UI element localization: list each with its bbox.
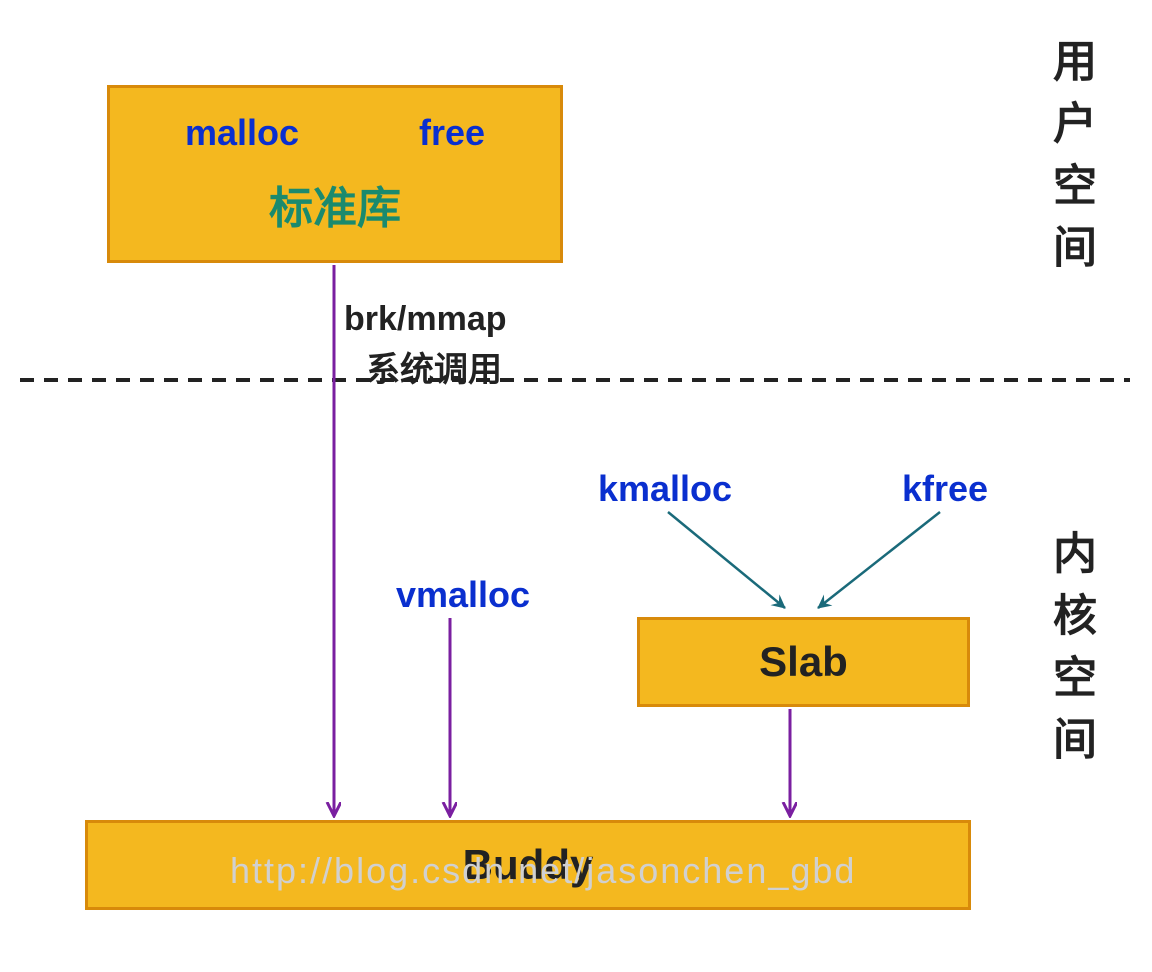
- kernel-space-label: 内核空间: [1038, 530, 1102, 778]
- slab-box: Slab: [637, 617, 970, 707]
- arrow-kfree-to-slab: [818, 512, 940, 608]
- malloc-label: malloc: [185, 112, 299, 154]
- kfree-label: kfree: [902, 468, 988, 510]
- slab-title: Slab: [759, 638, 848, 686]
- stdlib-box: malloc free 标准库: [107, 85, 563, 263]
- kmalloc-label: kmalloc: [598, 468, 732, 510]
- syscall-label: 系统调用: [366, 342, 502, 391]
- arrow-kmalloc-to-slab: [668, 512, 785, 608]
- stdlib-title: 标准库: [269, 172, 401, 236]
- vmalloc-label: vmalloc: [396, 574, 530, 616]
- free-label: free: [419, 112, 485, 154]
- watermark: http://blog.csdn.net/jasonchen_gbd: [230, 850, 856, 892]
- user-space-label: 用户空间: [1038, 38, 1102, 286]
- brk-mmap-label: brk/mmap: [344, 300, 507, 339]
